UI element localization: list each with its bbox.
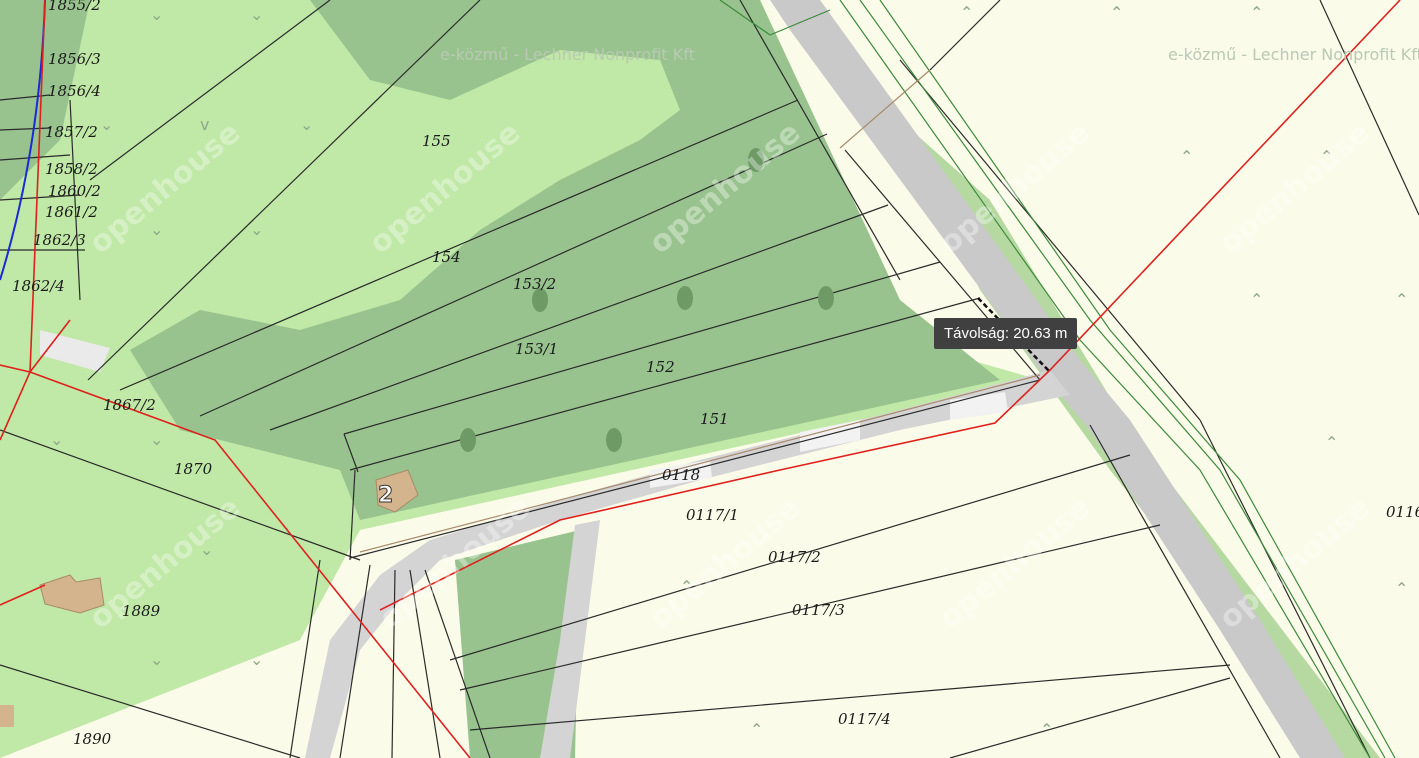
attribution-text: e-közmű - Lechner Nonprofit Kft [440,45,695,64]
parcel-label: 1856/4 [48,82,101,100]
svg-text:⌃: ⌃ [1395,290,1408,309]
parcel-label: 1857/2 [45,123,98,141]
parcel-label: 0117/3 [792,601,845,619]
svg-text:⌄: ⌄ [250,220,263,239]
svg-text:⌄: ⌄ [300,115,313,134]
parcel-label: 155 [422,132,451,150]
attribution-text: e-közmű - Lechner Nonprofit Kft [1168,45,1419,64]
svg-text:⌄: ⌄ [150,650,163,669]
svg-text:⌃: ⌃ [1110,3,1123,22]
svg-text:⌄: ⌄ [150,430,163,449]
parcel-label: 1889 [122,602,161,620]
parcel-label: 153/1 [515,340,558,358]
svg-text:⌄: ⌄ [250,5,263,24]
distance-label: Távolság: [944,325,1010,342]
parcel-label: 1856/3 [48,50,101,68]
svg-text:⌃: ⌃ [1180,147,1193,166]
parcel-label: 0116 [1386,503,1419,521]
parcel-label: 151 [700,410,729,428]
parcel-label: 0117/1 [686,506,739,524]
svg-text:⌄: ⌄ [150,220,163,239]
svg-text:⌃: ⌃ [1250,3,1263,22]
parcel-label: 1855/2 [48,0,101,14]
parcel-label: 154 [432,248,461,266]
cadastral-map[interactable]: ⌄ ⌄⌄ ⌄ ⌄ ⌄ⅴ ⌄ ⌄⌄⌄ ⌄ ⌃ ⌃⌃ ⌃ ⌃ ⌃⌃⌃ ⌃⌃ ⌃⌃ e-közmű - … [0,0,1419,758]
parcel-label: 1890 [73,730,112,748]
svg-text:⌃: ⌃ [960,3,973,22]
distance-value: 20.63 m [1013,325,1068,342]
parcel-label: 1861/2 [45,203,98,221]
building [0,705,14,727]
svg-text:⌃: ⌃ [1325,433,1338,452]
parcel-label: 1862/4 [12,277,65,295]
parcel-label: 1860/2 [48,182,101,200]
svg-text:⌃: ⌃ [750,720,763,739]
parcel-label: 1862/3 [33,231,86,249]
svg-text:⌄: ⌄ [100,115,113,134]
svg-text:⌃: ⌃ [1250,290,1263,309]
svg-text:⌃: ⌃ [1040,720,1053,739]
parcel-label: 0118 [662,466,700,484]
parcel-label: 1870 [174,460,213,478]
distance-tooltip: Távolság: 20.63 m [934,318,1078,349]
parcel-label: 1867/2 [103,396,156,414]
svg-text:⌄: ⌄ [50,430,63,449]
parcel-label: 0117/2 [768,548,821,566]
svg-text:⌄: ⌄ [250,650,263,669]
svg-text:⌄: ⌄ [150,5,163,24]
parcel-label: 0117/4 [838,710,891,728]
svg-text:⌃: ⌃ [1395,579,1408,598]
parcel-label: 153/2 [513,275,556,293]
parcel-label: 1858/2 [45,160,98,178]
parcel-label: 152 [646,358,675,376]
building-number: 2 [378,483,393,508]
